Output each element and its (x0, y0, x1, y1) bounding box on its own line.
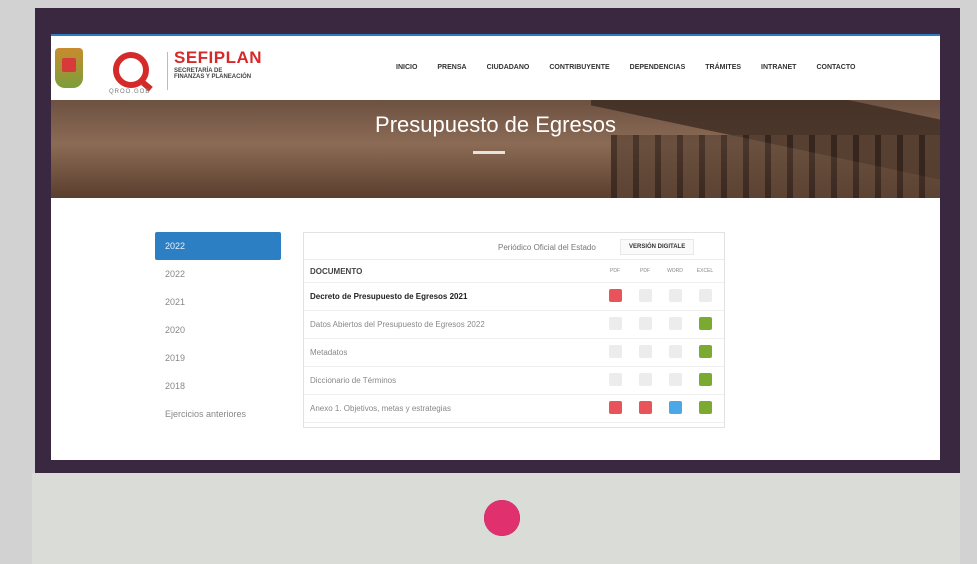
download-cell (630, 345, 660, 360)
q-logo-icon[interactable] (113, 52, 149, 88)
download-cell (660, 373, 690, 388)
nav-contribuyente[interactable]: CONTRIBUYENTE (549, 64, 609, 71)
download-cell (690, 373, 720, 388)
main-nav: INICIO PRENSA CIUDADANO CONTRIBUYENTE DE… (396, 64, 875, 71)
word-icon[interactable] (668, 401, 682, 414)
excel-icon[interactable] (698, 373, 712, 386)
pdf-icon (638, 345, 652, 358)
document-name[interactable]: Anexo 1. Objetivos, metas y estrategias (304, 404, 600, 413)
download-cell (690, 345, 720, 360)
sefiplan-logo[interactable]: SEFIPLAN SECRETARÍA DE FINANZAS Y PLANEA… (174, 48, 262, 80)
site-header: QROO.GOB SEFIPLAN SECRETARÍA DE FINANZAS… (51, 36, 940, 100)
table-row: Decreto de Presupuesto de Egresos 2021 (304, 283, 724, 311)
download-cell (690, 317, 720, 332)
nav-inicio[interactable]: INICIO (396, 64, 417, 71)
sidebar-item-2022[interactable]: 2022 (155, 260, 281, 288)
download-cell (630, 317, 660, 332)
download-cell (660, 345, 690, 360)
download-cell (600, 317, 630, 332)
document-name[interactable]: Metadatos (304, 348, 600, 357)
table-top-bar: Periódico Oficial del Estado VERSIÓN DIG… (304, 233, 724, 260)
version-digital-badge: VERSIÓN DIGITALE (620, 239, 695, 255)
download-cell (660, 317, 690, 332)
sidebar-item-anteriores[interactable]: Ejercicios anteriores (155, 400, 281, 428)
document-name[interactable]: Decreto de Presupuesto de Egresos 2021 (304, 292, 600, 301)
year-sidebar: 2022 2022 2021 2020 2019 2018 Ejercicios… (155, 232, 281, 428)
header-pdf: PDF (610, 268, 620, 274)
sidebar-item-2022-active[interactable]: 2022 (155, 232, 281, 260)
header-word: WORD (667, 268, 683, 274)
excel-icon[interactable] (698, 317, 712, 330)
download-cell (600, 289, 630, 304)
sidebar-item-2021[interactable]: 2021 (155, 288, 281, 316)
download-cell (600, 345, 630, 360)
table-row: Datos Abiertos del Presupuesto de Egreso… (304, 311, 724, 339)
nav-tramites[interactable]: TRÁMITES (705, 64, 741, 71)
download-cell (660, 289, 690, 304)
download-cell (630, 373, 660, 388)
download-cell (600, 401, 630, 416)
sidebar-item-2020[interactable]: 2020 (155, 316, 281, 344)
table-row: Diccionario de Términos (304, 367, 724, 395)
word-icon (668, 317, 682, 330)
document-name[interactable]: Diccionario de Términos (304, 376, 600, 385)
nav-intranet[interactable]: INTRANET (761, 64, 796, 71)
pdf-icon (638, 289, 652, 302)
table-header-row: DOCUMENTO PDF PDF WORD EXCEL (304, 260, 724, 283)
header-documento: DOCUMENTO (310, 266, 363, 276)
word-icon (668, 373, 682, 386)
documents-table: Periódico Oficial del Estado VERSIÓN DIG… (303, 232, 725, 428)
nav-ciudadano[interactable]: CIUDADANO (487, 64, 530, 71)
nav-contacto[interactable]: CONTACTO (816, 64, 855, 71)
excel-icon (698, 289, 712, 302)
pdf-icon (608, 373, 622, 386)
title-underline (473, 151, 505, 154)
document-name[interactable]: Datos Abiertos del Presupuesto de Egreso… (304, 320, 600, 329)
excel-icon[interactable] (698, 401, 712, 414)
state-crest-icon[interactable] (55, 48, 83, 88)
brand-circle-icon (484, 500, 520, 536)
pdf-icon (638, 373, 652, 386)
sidebar-item-2019[interactable]: 2019 (155, 344, 281, 372)
pdf-icon (638, 317, 652, 330)
header-excel: EXCEL (696, 268, 714, 274)
hero-banner: Presupuesto de Egresos (51, 100, 940, 198)
q-logo-caption: QROO.GOB (109, 89, 151, 95)
periodico-oficial-label: Periódico Oficial del Estado (498, 243, 596, 252)
download-cell (630, 289, 660, 304)
word-icon (668, 345, 682, 358)
header-pdf-2: PDF (640, 268, 650, 274)
pdf-icon (608, 317, 622, 330)
brand-name: SEFIPLAN (174, 48, 263, 67)
sidebar-item-2018[interactable]: 2018 (155, 372, 281, 400)
table-row: Metadatos (304, 339, 724, 367)
pdf-icon[interactable] (608, 401, 622, 414)
brand-subtitle: SECRETARÍA DE FINANZAS Y PLANEACIÓN (174, 68, 252, 80)
table-row: Anexo 1. Objetivos, metas y estrategias (304, 395, 724, 423)
download-cell (690, 289, 720, 304)
download-cell (600, 373, 630, 388)
word-icon (668, 289, 682, 302)
download-cell (630, 401, 660, 416)
page-title: Presupuesto de Egresos (375, 112, 616, 137)
excel-icon[interactable] (698, 345, 712, 358)
nav-dependencias[interactable]: DEPENDENCIAS (630, 64, 686, 71)
pdf-icon[interactable] (638, 401, 652, 414)
download-cell (690, 401, 720, 416)
pdf-icon (608, 345, 622, 358)
download-cell (660, 401, 690, 416)
nav-prensa[interactable]: PRENSA (437, 64, 466, 71)
pdf-icon[interactable] (608, 289, 622, 302)
logo-divider (167, 52, 168, 90)
